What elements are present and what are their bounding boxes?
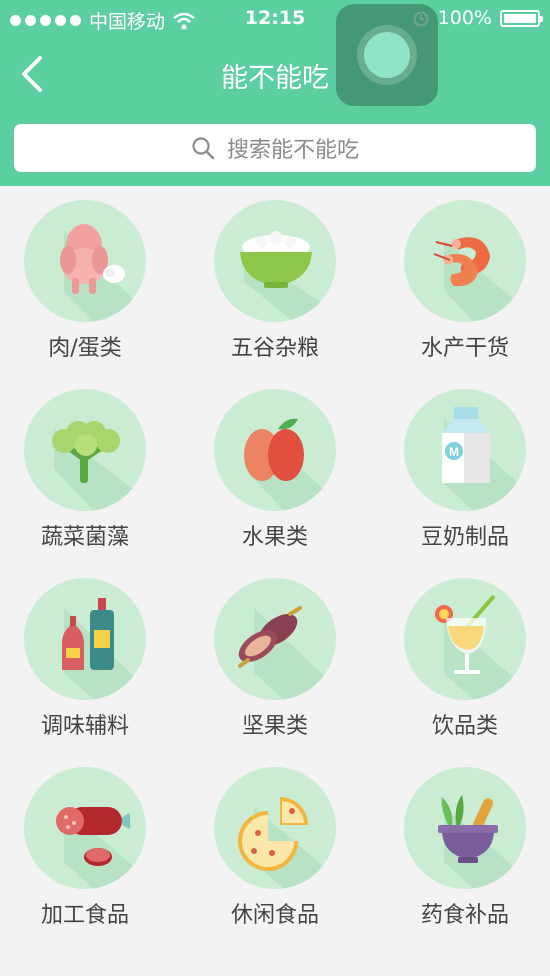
category-icon-circle [24,389,146,511]
category-processed[interactable]: 加工食品 [0,753,170,928]
category-vegetables[interactable]: 蔬菜菌藻 [0,375,170,550]
category-icon-circle [214,578,336,700]
page-title: 能不能吃 [221,63,329,94]
category-icon-circle [24,767,146,889]
search-bar[interactable]: 搜索能不能吃 [14,124,536,172]
category-label: 水果类 [241,525,308,550]
apple-icon [244,418,336,511]
category-fruit[interactable]: 水果类 [190,375,360,550]
category-label: 五谷杂粮 [230,336,319,361]
assistive-core [364,32,410,78]
category-icon-circle [404,767,526,889]
category-seasoning[interactable]: 调味辅料 [0,564,170,739]
category-icon-circle [24,200,146,322]
category-label: 加工食品 [40,903,129,928]
category-label: 肉/蛋类 [48,336,122,361]
category-label: 水产干货 [420,336,509,361]
category-seafood[interactable]: 水产干货 [380,186,550,361]
category-icon-circle [404,578,526,700]
broccoli-icon [52,421,146,511]
category-label: 饮品类 [431,714,498,739]
mortar-herbs-icon [438,795,526,889]
category-dairy[interactable]: M 豆奶制品 [380,375,550,550]
category-label: 蔬菜菌藻 [40,525,129,550]
status-bar: 中国移动 12:15 100% [0,0,550,36]
category-icon-circle [404,200,526,322]
category-grains[interactable]: 五谷杂粮 [190,186,360,361]
assistive-touch-button[interactable] [336,4,438,106]
category-drinks[interactable]: 饮品类 [380,564,550,739]
category-label: 调味辅料 [40,714,129,739]
sausage-icon [56,807,146,889]
battery-percent: 100% [437,7,492,29]
shrimp-icon [433,237,526,322]
category-icon-circle [214,767,336,889]
cocktail-icon [435,594,526,700]
category-icon-circle [214,389,336,511]
search-icon [192,137,215,160]
category-label: 休闲食品 [230,903,319,928]
category-herbal[interactable]: 药食补品 [380,753,550,928]
rice-bowl-icon [240,231,336,322]
category-icon-circle: M [404,389,526,511]
svg-text:M: M [449,445,459,459]
category-grid: 肉/蛋类 五谷杂粮 水产干货 蔬菜菌藻 水果类 M 豆奶制品 调味辅料 坚果类 … [0,186,550,976]
category-nuts[interactable]: 坚果类 [190,564,360,739]
category-icon-circle [214,200,336,322]
chicken-egg-icon [60,224,146,322]
pizza-icon [238,797,336,889]
milk-carton-icon: M [442,407,526,511]
category-icon-circle [24,578,146,700]
sauce-bottles-icon [62,598,146,700]
search-placeholder: 搜索能不能吃 [226,138,359,163]
category-label: 豆奶制品 [420,525,509,550]
category-snacks[interactable]: 休闲食品 [190,753,360,928]
header: 中国移动 12:15 100% 能不能吃 搜索能不能吃 [0,0,550,186]
category-label: 坚果类 [241,714,308,739]
nav-bar: 能不能吃 [0,36,550,112]
category-label: 药食补品 [420,903,509,928]
nuts-icon [238,606,336,700]
category-meat-egg[interactable]: 肉/蛋类 [0,186,170,361]
battery-icon [500,9,543,27]
